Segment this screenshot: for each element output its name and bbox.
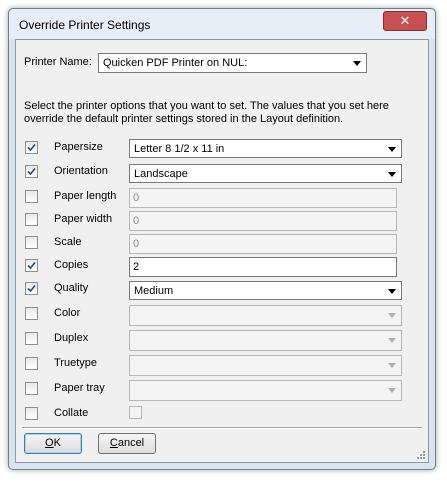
check-icon — [27, 284, 36, 293]
paper-width-value: 0 — [133, 215, 140, 227]
collate-label: Collate — [54, 407, 89, 419]
truetype-label: Truetype — [54, 357, 98, 369]
title-bar[interactable]: Override Printer Settings ✕ — [9, 9, 435, 39]
color-select[interactable] — [129, 305, 402, 326]
ok-button-label: OK — [45, 437, 61, 449]
paper-tray-label: Paper tray — [54, 382, 105, 394]
duplex-select[interactable] — [129, 330, 402, 351]
chevron-down-icon — [388, 338, 396, 343]
copies-value: 2 — [133, 261, 140, 273]
copies-input[interactable]: 2 — [129, 257, 397, 277]
quality-select[interactable]: Medium — [129, 281, 402, 300]
duplex-checkbox[interactable] — [25, 332, 38, 345]
paper-width-label: Paper width — [54, 213, 113, 225]
quality-value: Medium — [134, 285, 174, 297]
papersize-checkbox[interactable] — [25, 141, 38, 154]
orientation-checkbox[interactable] — [25, 165, 38, 178]
chevron-down-icon — [388, 172, 396, 177]
chevron-down-icon — [388, 388, 396, 393]
instructions-line-1: Select the printer options that you want… — [24, 100, 389, 112]
printer-name-label: Printer Name: — [24, 56, 92, 68]
duplex-label: Duplex — [54, 332, 89, 344]
copies-checkbox[interactable] — [25, 259, 38, 272]
check-icon — [27, 261, 36, 270]
papersize-value: Letter 8 1/2 x 11 in — [134, 143, 225, 155]
color-checkbox[interactable] — [25, 307, 38, 320]
check-icon — [27, 167, 36, 176]
resize-grip-icon[interactable] — [416, 450, 426, 460]
paper-length-label: Paper length — [54, 190, 117, 202]
paper-width-checkbox[interactable] — [25, 213, 38, 226]
orientation-value: Landscape — [134, 168, 188, 180]
dialog-body: Printer Name: Quicken PDF Printer on NUL… — [15, 39, 429, 463]
quality-label: Quality — [54, 282, 89, 294]
paper-tray-checkbox[interactable] — [25, 382, 38, 395]
quality-checkbox[interactable] — [25, 282, 38, 295]
copies-label: Copies — [54, 259, 89, 271]
printer-name-value: Quicken PDF Printer on NUL: — [103, 57, 248, 69]
close-button[interactable]: ✕ — [383, 11, 427, 31]
orientation-select[interactable]: Landscape — [129, 164, 402, 183]
chevron-down-icon — [388, 289, 396, 294]
cancel-button[interactable]: Cancel — [98, 433, 156, 454]
paper-length-checkbox[interactable] — [25, 190, 38, 203]
paper-length-input[interactable]: 0 — [129, 188, 397, 208]
ok-button[interactable]: OK — [24, 433, 82, 454]
paper-length-value: 0 — [133, 192, 140, 204]
scale-input[interactable]: 0 — [129, 234, 397, 254]
window-title: Override Printer Settings — [19, 18, 151, 32]
paper-width-input[interactable]: 0 — [129, 211, 397, 231]
cancel-button-label: Cancel — [109, 437, 145, 449]
chevron-down-icon — [353, 61, 361, 66]
printer-name-select[interactable]: Quicken PDF Printer on NUL: — [98, 53, 367, 73]
collate-checkbox[interactable] — [25, 407, 38, 420]
scale-label: Scale — [54, 236, 82, 248]
truetype-select[interactable] — [129, 355, 402, 376]
close-icon: ✕ — [399, 13, 411, 28]
instructions-line-2: override the default printer settings st… — [24, 113, 344, 125]
separator — [22, 427, 422, 429]
scale-value: 0 — [133, 238, 140, 250]
chevron-down-icon — [388, 363, 396, 368]
chevron-down-icon — [388, 313, 396, 318]
check-icon — [27, 143, 36, 152]
chevron-down-icon — [388, 147, 396, 152]
truetype-checkbox[interactable] — [25, 357, 38, 370]
papersize-label: Papersize — [54, 141, 103, 153]
orientation-label: Orientation — [54, 165, 108, 177]
papersize-select[interactable]: Letter 8 1/2 x 11 in — [129, 139, 402, 158]
dialog-window: Override Printer Settings ✕ Printer Name… — [8, 8, 436, 470]
color-label: Color — [54, 307, 81, 319]
collate-value-checkbox[interactable] — [129, 406, 142, 419]
paper-tray-select[interactable] — [129, 380, 402, 401]
scale-checkbox[interactable] — [25, 236, 38, 249]
